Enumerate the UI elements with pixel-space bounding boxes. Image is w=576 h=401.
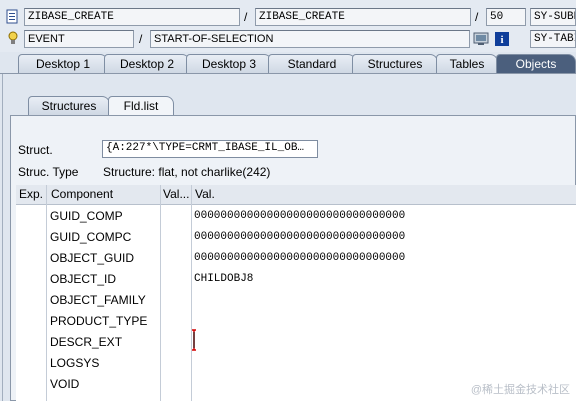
row-value[interactable]: 00000000000000000000000000000000 (194, 230, 405, 244)
separator: / (475, 10, 479, 24)
table-row[interactable]: GUID_COMPC (50, 230, 131, 244)
sy-subrc-field[interactable]: SY-SUBRC (530, 8, 576, 26)
column-divider (191, 185, 192, 401)
bulb-icon[interactable] (5, 30, 21, 46)
tab-standard[interactable]: Standard (268, 54, 356, 73)
separator: / (244, 10, 248, 24)
text-cursor-icon (191, 329, 197, 351)
struct-type-label: Struc. Type (18, 165, 79, 179)
struct-label: Struct. (18, 143, 53, 157)
tab-desktop-2[interactable]: Desktop 2 (104, 54, 190, 73)
table-row[interactable]: GUID_COMP (50, 209, 123, 223)
table-row[interactable]: LOGSYS (50, 356, 99, 370)
sy-tabix-field[interactable]: SY-TABIX (530, 30, 576, 48)
svg-text:i: i (500, 34, 503, 46)
tab-tables[interactable]: Tables (436, 54, 498, 73)
struct-type-value: Structure: flat, not charlike(242) (103, 165, 271, 179)
program-field-2[interactable]: ZIBASE_CREATE (255, 8, 471, 26)
column-divider (160, 185, 161, 401)
inner-tab-fld-list[interactable]: Fld.list (108, 96, 174, 115)
program-field-1[interactable]: ZIBASE_CREATE (24, 8, 240, 26)
row-value[interactable]: 00000000000000000000000000000000 (194, 209, 405, 223)
tab-structures[interactable]: Structures (352, 54, 438, 73)
separator: / (139, 32, 143, 46)
row-value[interactable]: 00000000000000000000000000000000 (194, 251, 405, 265)
column-divider (46, 185, 47, 401)
event-value-field[interactable]: START-OF-SELECTION (150, 30, 470, 48)
inner-tab-structures[interactable]: Structures (28, 96, 110, 115)
display-icon[interactable] (473, 31, 489, 47)
row-value[interactable]: CHILDOBJ8 (194, 272, 253, 286)
tab-objects[interactable]: Objects (496, 54, 576, 73)
tab-desktop-3[interactable]: Desktop 3 (186, 54, 272, 73)
event-field[interactable]: EVENT (24, 30, 134, 48)
watermark: @稀土掘金技术社区 (470, 384, 570, 396)
table-row[interactable]: DESCR_EXT (50, 335, 122, 349)
struct-input[interactable]: {A:227*\TYPE=CRMT_IBASE_IL_OB… (102, 140, 318, 158)
header-component[interactable]: Component (51, 187, 113, 201)
table-row[interactable]: PRODUCT_TYPE (50, 314, 147, 328)
line-number-field[interactable]: 50 (486, 8, 526, 26)
header-value[interactable]: Val. (195, 187, 215, 201)
header-exp[interactable]: Exp. (19, 187, 43, 201)
tab-desktop-1[interactable]: Desktop 1 (18, 54, 108, 73)
table-row[interactable]: OBJECT_FAMILY (50, 293, 146, 307)
document-icon[interactable] (5, 9, 21, 25)
table-row[interactable]: VOID (50, 377, 79, 391)
table-row[interactable]: OBJECT_GUID (50, 251, 134, 265)
header-val-type[interactable]: Val... (163, 187, 189, 201)
table-row[interactable]: OBJECT_ID (50, 272, 116, 286)
info-icon[interactable]: i (494, 31, 510, 47)
